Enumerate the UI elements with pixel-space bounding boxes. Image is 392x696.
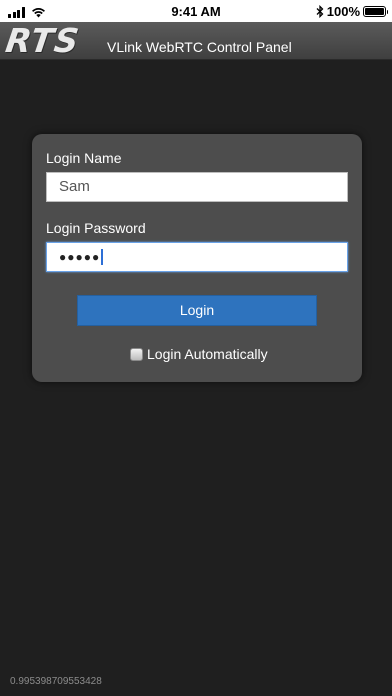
login-button[interactable]: Login	[77, 295, 317, 326]
text-caret	[101, 249, 104, 266]
status-right: 100%	[316, 4, 388, 19]
status-bar: 9:41 AM 100%	[0, 0, 392, 22]
login-password-label: Login Password	[46, 220, 146, 236]
login-automatically-option[interactable]: Login Automatically	[130, 346, 268, 362]
battery-icon	[363, 6, 388, 17]
login-automatically-label: Login Automatically	[147, 346, 268, 362]
session-id-text: 0.995398709553428	[10, 676, 102, 687]
battery-fill	[365, 8, 384, 15]
login-name-input[interactable]: Sam	[46, 172, 348, 202]
battery-percent: 100%	[326, 4, 360, 19]
login-automatically-checkbox[interactable]	[130, 347, 143, 361]
rts-logo: RTS	[3, 21, 82, 60]
page-title: VLink WebRTC Control Panel	[107, 39, 292, 55]
login-password-input[interactable]: ●●●●●	[46, 242, 348, 272]
bluetooth-icon	[316, 5, 324, 18]
login-name-value: Sam	[59, 178, 90, 195]
password-mask: ●●●●●	[59, 250, 101, 264]
login-panel: Login Name Sam Login Password ●●●●● Logi…	[32, 134, 362, 382]
login-name-label: Login Name	[46, 150, 122, 166]
app-header: RTS VLink WebRTC Control Panel	[0, 21, 392, 60]
